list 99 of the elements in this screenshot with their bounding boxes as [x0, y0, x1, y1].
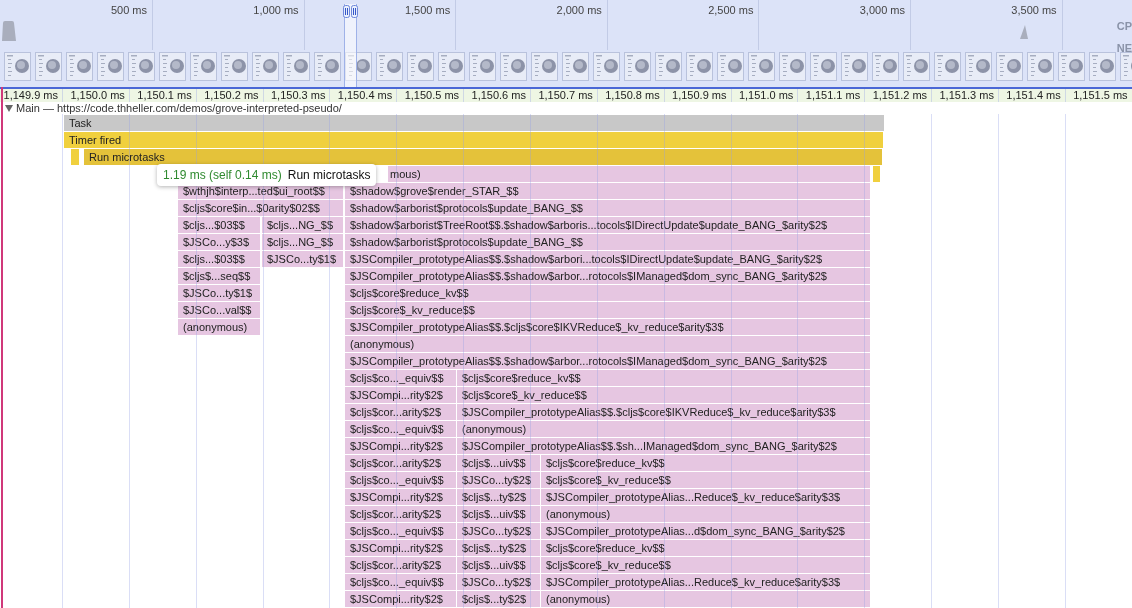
time-label: 1,150.7 ms	[538, 89, 593, 102]
time-label: 3,500 ms	[1011, 4, 1057, 16]
flame-bar[interactable]: Task	[64, 115, 884, 131]
flame-bar[interactable]: $shadow$arborist$TreeRoot$$.$shadow$arboris...tocols$IDirectUpdate$update_BANG_$arity$2$	[345, 217, 870, 233]
time-label: 1,150.9 ms	[672, 89, 727, 102]
flame-bar[interactable]: (anonymous)	[457, 421, 870, 437]
flame-bar[interactable]: $JSCompiler_prototypeAlias...Reduce$_kv_reduce$arity$3$	[541, 489, 870, 505]
flame-bar[interactable]: $cljs$core$_kv_reduce$$	[541, 472, 870, 488]
time-label: 1,150.8 ms	[605, 89, 660, 102]
flame-bar[interactable]: $cljs$co..._equiv$$	[345, 523, 456, 539]
time-label: 1,150.6 ms	[471, 89, 526, 102]
flame-bar[interactable]: $cljs$cor...arity$2$	[345, 506, 456, 522]
flame-bar[interactable]: $cljs$co..._equiv$$	[345, 370, 456, 386]
time-label: 1,151.4 ms	[1006, 89, 1061, 102]
flame-bar[interactable]: $JSCompiler_prototypeAlias...Reduce$_kv_reduce$arity$3$	[541, 574, 870, 590]
track-title: Main — https://code.thheller.com/demos/grove-interpreted-pseudo/	[16, 102, 342, 114]
cpu-spike-drawing	[1020, 25, 1028, 39]
flame-bar[interactable]: $JSCompiler_prototypeAlias$$.$shadow$arbor...rotocols$IManaged$dom_sync_BANG_$arity$2$	[345, 353, 870, 369]
time-label: 1,149.9 ms	[3, 89, 58, 102]
flame-bar[interactable]: $cljs$...ty$2$	[457, 489, 540, 505]
flame-bar[interactable]: $cljs$cor...arity$2$	[345, 455, 456, 471]
flame-bar[interactable]: $cljs$core$reduce_kv$$	[541, 455, 870, 471]
flame-bar[interactable]: $JSCo...ty$2$	[457, 574, 540, 590]
time-label: 500 ms	[110, 4, 147, 16]
flame-bar[interactable]: $cljs$co..._equiv$$	[345, 574, 456, 590]
flame-marker[interactable]	[873, 166, 880, 182]
time-label: 2,500 ms	[708, 4, 754, 16]
flame-bar[interactable]: $JSCompiler_prototypeAlias$$.$sh...IManaged$dom_sync_BANG_$arity$2$	[457, 438, 870, 454]
flame-bar[interactable]: (anonymous)	[541, 591, 870, 607]
flame-bar[interactable]: $cljs$...uiv$$	[457, 557, 540, 573]
flame-bar[interactable]: $cljs$core$reduce_kv$$	[345, 285, 870, 301]
time-label: 2,000 ms	[556, 4, 602, 16]
flame-bar[interactable]: $shadow$arborist$protocols$update_BANG_$$	[345, 234, 870, 250]
flame-bar[interactable]: Timer fired	[64, 132, 883, 148]
flame-bar[interactable]: $cljs$core$_kv_reduce$$	[541, 557, 870, 573]
time-label: 1,150.4 ms	[337, 89, 393, 102]
cpu-activity-drawing	[2, 20, 16, 41]
flame-bar[interactable]: $JSCompi...rity$2$	[345, 489, 456, 505]
flame-bar[interactable]: $shadow$grove$render_STAR_$$	[345, 183, 870, 199]
flame-bar[interactable]: $cljs$cor...arity$2$	[345, 557, 456, 573]
time-label: 1,151.2 ms	[872, 89, 928, 102]
tooltip-duration: 1.19 ms (self 0.14 ms)	[163, 168, 282, 182]
time-label: 1,151.1 ms	[805, 89, 861, 102]
flame-bar[interactable]: $JSCompiler_prototypeAlias$$.$shadow$arbor...rotocols$IManaged$dom_sync_BANG_$arity$2$	[345, 268, 870, 284]
flame-bar[interactable]: $JSCompiler_prototypeAlias$$.$shadow$arbori...tocols$IDirectUpdate$update_BANG_$arity$2$	[345, 251, 870, 267]
flame-bar[interactable]: $cljs$...ty$2$	[457, 540, 540, 556]
flame-bar[interactable]: $JSCompiler_prototypeAlias...d$dom_sync_BANG_$arity$2$	[541, 523, 870, 539]
flame-bar[interactable]: $JSCompi...rity$2$	[345, 540, 456, 556]
flame-bar[interactable]: mous)	[388, 166, 870, 182]
time-label: 1,150.2 ms	[204, 89, 259, 102]
flame-bar[interactable]: $cljs$core$reduce_kv$$	[457, 370, 870, 386]
right-handle-icon[interactable]	[351, 5, 358, 18]
flame-bar[interactable]: $cljs$core$in...$0arity$02$$	[178, 200, 343, 216]
flame-bar[interactable]: $JSCompiler_prototypeAlias$$.$cljs$core$IKVReduce$_kv_reduce$arity$3$	[345, 319, 870, 335]
flame-bar[interactable]: (anonymous)	[541, 506, 870, 522]
flame-bar[interactable]: $JSCo...ty$1$	[262, 251, 343, 267]
flame-bar[interactable]: $cljs...NG_$$	[262, 217, 343, 233]
flame-bar[interactable]: $shadow$arborist$protocols$update_BANG_$$	[345, 200, 870, 216]
track-label: CP	[1116, 20, 1132, 32]
time-label: 1,150.0 ms	[70, 89, 125, 102]
time-label: 1,151.3 ms	[939, 89, 994, 102]
flame-bar[interactable]: (anonymous)	[178, 319, 260, 335]
flame-bar[interactable]: (anonymous)	[345, 336, 870, 352]
flame-bar[interactable]: $JSCo...ty$1$	[178, 285, 260, 301]
flame-bar[interactable]: $cljs...$03$$	[178, 251, 260, 267]
flame-bar[interactable]: $cljs$co..._equiv$$	[345, 472, 456, 488]
flame-bar[interactable]: $cljs$co..._equiv$$	[345, 421, 456, 437]
flame-bar[interactable]: $JSCo...val$$	[178, 302, 260, 318]
time-label: 1,500 ms	[404, 4, 451, 16]
flame-bar[interactable]: $cljs$...uiv$$	[457, 506, 540, 522]
flame-bar[interactable]: $cljs$core$reduce_kv$$	[541, 540, 870, 556]
track-label: NE	[1116, 42, 1132, 54]
flame-bar[interactable]: $JSCompi...rity$2$	[345, 438, 456, 454]
flame-bar[interactable]: $JSCo...ty$2$	[457, 472, 540, 488]
disclosure-triangle-icon[interactable]	[5, 104, 13, 112]
time-label: 1,151.5 ms	[1073, 89, 1128, 102]
time-label: 1,000 ms	[253, 4, 299, 16]
flame-bar[interactable]: $JSCompiler_prototypeAlias$$.$cljs$core$IKVReduce$_kv_reduce$arity$3$	[457, 404, 870, 420]
time-label: 1,151.0 ms	[738, 89, 794, 102]
flame-bar[interactable]: $JSCompi...rity$2$	[345, 591, 456, 607]
time-label: 1,150.1 ms	[137, 89, 192, 102]
tooltip-name: Run microtasks	[287, 168, 371, 182]
flame-bar[interactable]: $JSCo...y$3$	[178, 234, 260, 250]
flame-bar[interactable]: $cljs...$03$$	[178, 217, 260, 233]
flame-bar[interactable]: $cljs...NG_$$	[262, 234, 343, 250]
flame-bar[interactable]: $JSCompi...rity$2$	[345, 387, 456, 403]
flame-bar[interactable]: $cljs$...seq$$	[178, 268, 260, 284]
time-label: 3,000 ms	[859, 4, 905, 16]
flame-bar[interactable]: $cljs$cor...arity$2$	[345, 404, 456, 420]
flame-bar[interactable]: $JSCo...ty$2$	[457, 523, 540, 539]
left-handle-icon[interactable]	[343, 5, 350, 18]
flame-bar[interactable]: $cljs$...ty$2$	[457, 591, 540, 607]
time-label: 1,150.3 ms	[270, 89, 326, 102]
flame-bar[interactable]: $cljs$...uiv$$	[457, 455, 540, 471]
flame-bar[interactable]: $cljs$core$_kv_reduce$$	[457, 387, 870, 403]
flame-bar[interactable]: Run microtasks	[84, 149, 882, 165]
flame-marker[interactable]	[71, 149, 79, 165]
time-label: 1,150.5 ms	[404, 89, 460, 102]
flame-bar[interactable]: $cljs$core$_kv_reduce$$	[345, 302, 870, 318]
